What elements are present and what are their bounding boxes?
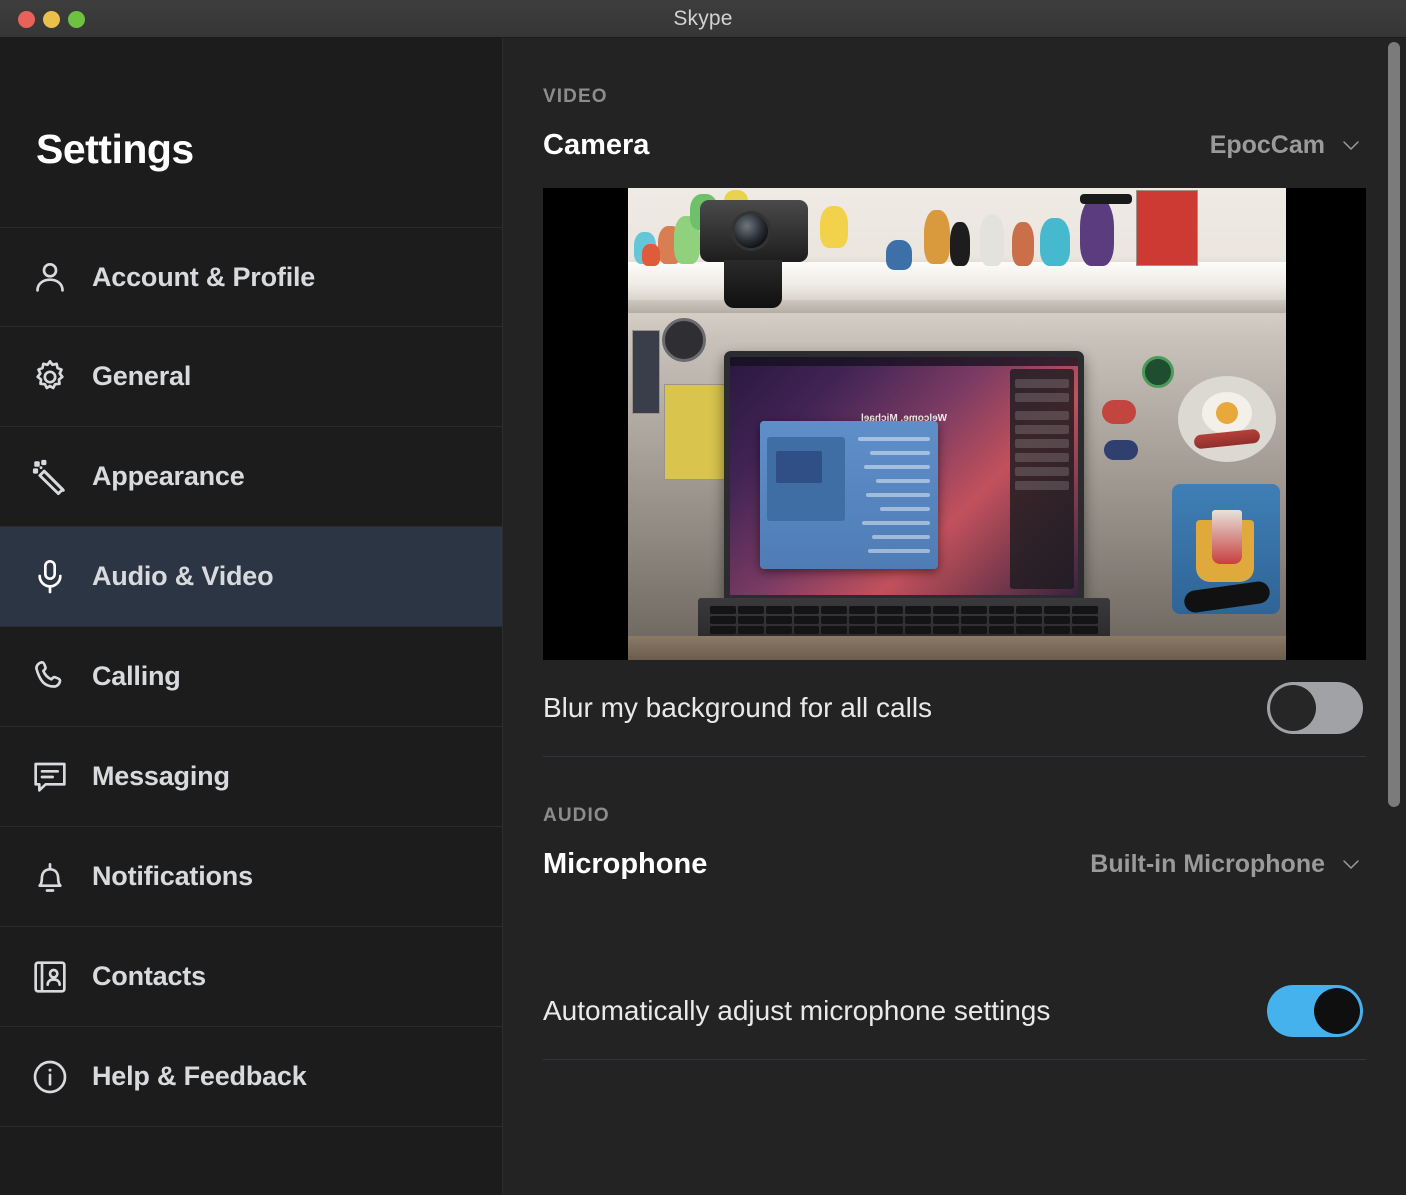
magic-wand-icon <box>24 457 76 497</box>
preview-poster <box>632 330 660 414</box>
camera-row: Camera EpocCam <box>543 108 1363 182</box>
camera-title: Camera <box>543 128 650 161</box>
preview-sticker <box>1102 400 1136 424</box>
sidebar-item-account-profile[interactable]: Account & Profile <box>0 227 502 327</box>
content-inner: VIDEO Camera EpocCam Welcome, Michael Bl… <box>503 38 1406 1060</box>
traffic-lights <box>18 11 85 28</box>
sidebar-item-messaging[interactable]: Messaging <box>0 727 502 827</box>
microphone-title: Microphone <box>543 847 708 880</box>
preview-webcam-icon <box>700 200 808 262</box>
sidebar-item-label: Audio & Video <box>92 561 274 591</box>
address-book-icon <box>24 957 76 997</box>
maximize-button[interactable] <box>68 11 85 28</box>
sidebar-item-label: Help & Feedback <box>92 1061 307 1091</box>
camera-preview-feed: Welcome, Michael <box>628 188 1286 660</box>
preview-figurine <box>924 210 950 264</box>
preview-webcam-stand <box>724 260 782 308</box>
sidebar-nav: Account & Profile General Appearance Aud… <box>0 227 502 1127</box>
preview-desk <box>628 636 1286 660</box>
window-title: Skype <box>673 6 733 30</box>
section-label-video: VIDEO <box>543 86 608 107</box>
sidebar-item-label: Contacts <box>92 961 206 991</box>
preview-sticker <box>1142 356 1174 388</box>
preview-figurine <box>886 240 912 270</box>
camera-select[interactable]: EpocCam <box>1210 131 1363 160</box>
bell-icon <box>24 857 76 897</box>
section-label-audio: AUDIO <box>543 805 610 826</box>
sidebar-item-help-feedback[interactable]: Help & Feedback <box>0 1027 502 1127</box>
sidebar-item-general[interactable]: General <box>0 327 502 427</box>
preview-figurine <box>820 206 848 248</box>
preview-menubar <box>730 357 1078 366</box>
preview-nested-skype-window <box>760 421 938 569</box>
settings-sidebar: Settings Account & Profile General Appea… <box>0 38 503 1195</box>
blur-background-label: Blur my background for all calls <box>543 692 933 723</box>
preview-laptop-screen: Welcome, Michael <box>724 351 1084 601</box>
preview-figurine <box>642 244 660 266</box>
sidebar-item-label: Appearance <box>92 461 245 491</box>
preview-chat-panel <box>1010 369 1074 589</box>
preview-sticker <box>1104 440 1138 460</box>
sidebar-item-label: Calling <box>92 661 181 691</box>
camera-selected-value: EpocCam <box>1209 130 1325 159</box>
microphone-row: Microphone Built-in Microphone <box>543 827 1363 901</box>
phone-icon <box>24 657 76 697</box>
preview-figurine <box>950 222 970 266</box>
auto-adjust-microphone-row: Automatically adjust microphone settings <box>543 963 1363 1059</box>
microphone-selected-value: Built-in Microphone <box>1090 849 1325 878</box>
sidebar-item-contacts[interactable]: Contacts <box>0 927 502 1027</box>
auto-adjust-microphone-label: Automatically adjust microphone settings <box>543 995 1051 1026</box>
close-button[interactable] <box>18 11 35 28</box>
info-circle-icon <box>24 1057 76 1097</box>
window-body: Settings Account & Profile General Appea… <box>0 38 1406 1195</box>
chevron-down-icon <box>1339 852 1363 876</box>
blur-background-toggle[interactable] <box>1267 682 1363 734</box>
chat-bubble-icon <box>24 757 76 797</box>
toggle-knob <box>1314 988 1360 1034</box>
person-icon <box>24 257 76 297</box>
sidebar-item-appearance[interactable]: Appearance <box>0 427 502 527</box>
microphone-icon <box>24 557 76 597</box>
title-bar: Skype <box>0 0 1406 38</box>
skype-settings-window: Skype Settings Account & Profile General… <box>0 0 1406 1195</box>
preview-figurine <box>1080 194 1132 204</box>
chevron-down-icon <box>1339 133 1363 157</box>
auto-adjust-microphone-toggle[interactable] <box>1267 985 1363 1037</box>
content-scrollbar[interactable] <box>1386 42 1402 1191</box>
sidebar-item-notifications[interactable]: Notifications <box>0 827 502 927</box>
sidebar-item-label: General <box>92 361 192 391</box>
minimize-button[interactable] <box>43 11 60 28</box>
preview-poster <box>1136 190 1198 266</box>
preview-figurine <box>1040 218 1070 266</box>
camera-preview: Welcome, Michael <box>543 188 1366 660</box>
section-divider <box>543 1059 1366 1060</box>
preview-poster <box>664 384 728 480</box>
gear-icon <box>24 357 76 397</box>
blur-background-row: Blur my background for all calls <box>543 660 1363 756</box>
microphone-select[interactable]: Built-in Microphone <box>1090 850 1363 879</box>
sidebar-item-label: Messaging <box>92 761 230 791</box>
preview-plate-sticker <box>1178 376 1276 462</box>
preview-sticker <box>662 318 706 362</box>
preview-figurine <box>1080 198 1114 266</box>
preview-figurine <box>980 214 1004 266</box>
preview-figurine <box>1012 222 1034 266</box>
sidebar-item-calling[interactable]: Calling <box>0 627 502 727</box>
sidebar-item-label: Account & Profile <box>92 261 316 292</box>
sidebar-item-label: Notifications <box>92 861 253 891</box>
settings-content-panel: VIDEO Camera EpocCam Welcome, Michael Bl… <box>503 38 1406 1195</box>
preview-laptop-display: Welcome, Michael <box>730 357 1078 595</box>
scrollbar-thumb[interactable] <box>1388 42 1400 807</box>
sidebar-item-audio-video[interactable]: Audio & Video <box>0 527 502 627</box>
toggle-knob <box>1270 685 1316 731</box>
page-title: Settings <box>36 126 194 172</box>
